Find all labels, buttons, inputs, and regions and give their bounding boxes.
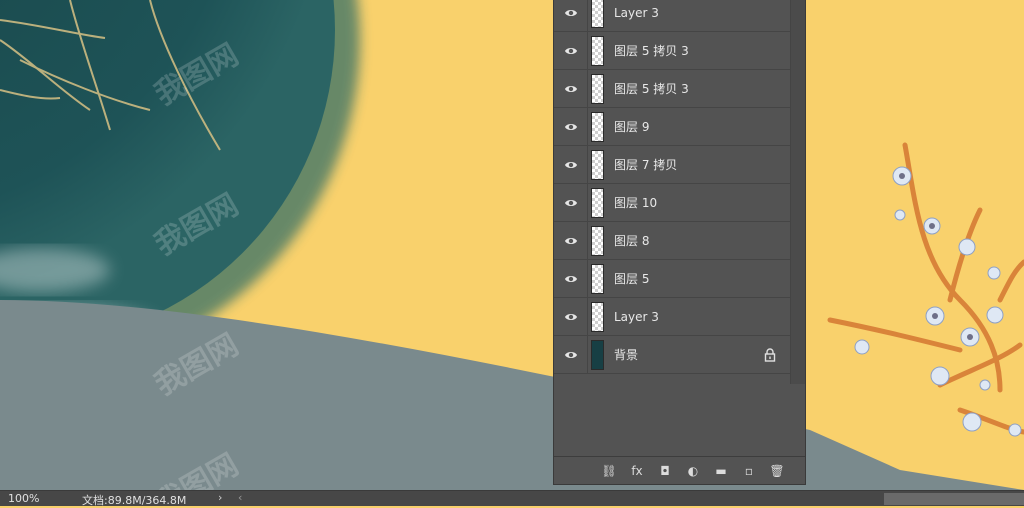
add-mask-icon[interactable]: ◘ [657,463,673,479]
layer-name[interactable]: 图层 8 [614,232,649,249]
visibility-eye-icon[interactable] [554,183,588,222]
layer-row[interactable]: 图层 7 拷贝 [554,145,792,184]
layer-list: Layer 3 图层 5 拷贝 3 图层 5 拷贝 3 图层 9 图层 7 拷贝 图层 1… [554,0,792,374]
layer-name[interactable]: 背景 [614,346,638,363]
visibility-eye-icon[interactable] [554,145,588,184]
delete-layer-icon[interactable]: 🗑 [769,463,785,479]
layer-thumbnail [591,339,604,370]
layer-thumbnail [591,149,604,180]
fx-icon-glyph: fx [631,463,643,478]
status-menu-arrow[interactable]: › [218,491,222,504]
layer-row[interactable]: 图层 5 [554,259,792,298]
new-layer-icon-glyph: ▫ [744,463,754,478]
horizontal-scrollbar-thumb[interactable] [884,493,1024,505]
layer-name[interactable]: Layer 3 [614,310,659,324]
layer-row[interactable]: 图层 9 [554,107,792,146]
layer-name[interactable]: 图层 5 拷贝 3 [614,80,689,97]
link-layers-icon[interactable]: ⛓ [601,463,617,479]
adjustment-layer-icon-glyph: ◐ [687,463,699,478]
new-layer-icon[interactable]: ▫ [741,463,757,479]
layer-name[interactable]: 图层 5 拷贝 3 [614,42,689,59]
layer-name[interactable]: 图层 10 [614,194,657,211]
adjustment-layer-icon[interactable]: ◐ [685,463,701,479]
visibility-eye-icon[interactable] [554,297,588,336]
link-layers-icon-glyph: ⛓ [601,463,617,478]
visibility-eye-icon[interactable] [554,31,588,70]
visibility-eye-icon[interactable] [554,0,588,32]
fx-icon[interactable]: fx [629,463,645,479]
zoom-level[interactable]: 100% [8,492,39,505]
layer-thumbnail [591,187,604,218]
layer-row[interactable]: 图层 8 [554,221,792,260]
layer-row[interactable]: Layer 3 [554,0,792,32]
layer-row[interactable]: 图层 5 拷贝 3 [554,69,792,108]
layer-thumbnail [591,35,604,66]
new-group-icon[interactable]: ▬ [713,463,729,479]
layers-panel: Layer 3 图层 5 拷贝 3 图层 5 拷贝 3 图层 9 图层 7 拷贝 图层 1… [553,0,806,485]
layer-thumbnail [591,301,604,332]
delete-layer-icon-glyph: 🗑 [769,463,785,478]
visibility-eye-icon[interactable] [554,335,588,374]
layer-row[interactable]: 背景 [554,335,792,374]
layer-name[interactable]: 图层 7 拷贝 [614,156,677,173]
layer-name[interactable]: 图层 5 [614,270,649,287]
visibility-eye-icon[interactable] [554,69,588,108]
new-group-icon-glyph: ▬ [715,463,727,478]
layer-name[interactable]: 图层 9 [614,118,649,135]
status-bar: 100% 文档:89.8M/364.8M › ‹ [0,490,1024,507]
layers-scrollbar[interactable] [790,0,805,384]
visibility-eye-icon[interactable] [554,107,588,146]
layer-row[interactable]: 图层 5 拷贝 3 [554,31,792,70]
layer-thumbnail [591,225,604,256]
layer-thumbnail [591,263,604,294]
lock-icon[interactable] [764,348,776,362]
layer-thumbnail [591,0,604,28]
document-canvas[interactable]: 我图网 我图网 我图网 我图网 [0,0,1024,490]
add-mask-icon-glyph: ◘ [660,463,670,478]
layer-name[interactable]: Layer 3 [614,6,659,20]
scroll-left-arrow[interactable]: ‹ [238,491,242,504]
layer-row[interactable]: Layer 3 [554,297,792,336]
visibility-eye-icon[interactable] [554,259,588,298]
layers-panel-toolbar: ⛓ fx ◘ ◐ ▬ ▫ 🗑 [554,456,805,484]
layer-thumbnail [591,73,604,104]
layer-row[interactable]: 图层 10 [554,183,792,222]
visibility-eye-icon[interactable] [554,221,588,260]
layer-thumbnail [591,111,604,142]
